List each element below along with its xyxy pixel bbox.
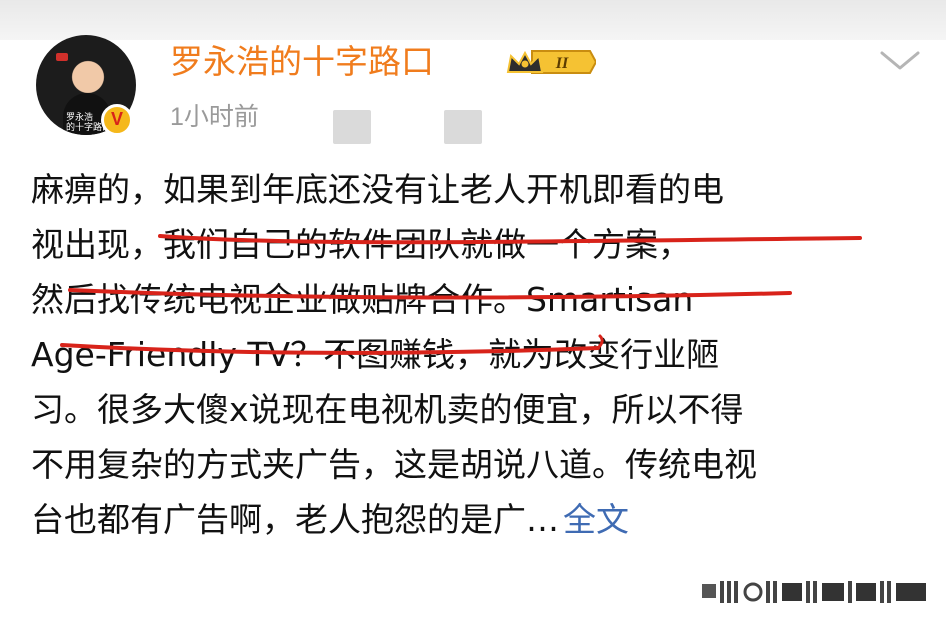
svg-text:II: II [555,55,569,72]
author-name[interactable]: 罗永浩的十字路口 [170,42,434,82]
post-text-line: 视出现，我们自己的软件团队就做一个方案， [31,225,691,264]
top-strip [0,0,946,40]
blurred-region [444,110,482,144]
verified-badge-icon: V [101,104,133,136]
post-text-line-last: 台也都有广告啊，老人抱怨的是广… 全文 [31,492,911,547]
post-text-line: 不用复杂的方式夹广告，这是胡说八道。传统电视 [31,445,757,484]
post-text-line: Age-Friendly TV？不图赚钱，就为改变行业陋 [31,335,720,374]
verified-letter: V [110,109,123,129]
blurred-region [333,110,371,144]
post-body: 麻痹的，如果到年底还没有让老人开机即看的电 视出现，我们自己的软件团队就做一个方… [31,162,911,547]
chevron-down-icon[interactable] [878,48,922,74]
full-text-link[interactable]: 全文 [563,500,629,539]
post-text-line: 麻痹的，如果到年底还没有让老人开机即看的电 [31,170,724,209]
post-text-tail: 台也都有广告啊，老人抱怨的是广… [31,500,559,539]
avatar-logo-mark [56,53,68,61]
post-time: 1小时前 [170,103,259,131]
watermark-logo-icon [700,575,932,609]
post-text-line: 然后找传统电视企业做贴牌合作。Smartisan [31,280,694,319]
post-text-line: 习。很多大傻x说现在电视机卖的便宜，所以不得 [31,390,744,429]
crown-level-icon: II [506,50,596,74]
